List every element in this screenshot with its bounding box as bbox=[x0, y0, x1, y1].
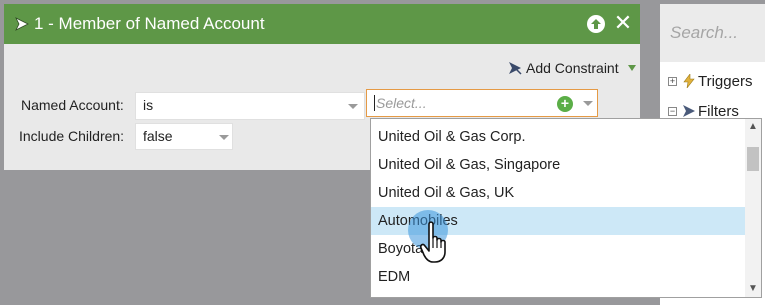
search-area: Search... bbox=[660, 4, 765, 62]
arrow-up-icon bbox=[591, 19, 601, 29]
dialog-title: 1 - Member of Named Account bbox=[34, 14, 265, 33]
add-constraint-label: Add Constraint bbox=[526, 60, 619, 76]
scroll-down-arrow-icon[interactable]: ▼ bbox=[745, 281, 761, 297]
dialog-titlebar: 1 - Member of Named Account ✕ bbox=[4, 4, 640, 44]
tree-item-label: Filters bbox=[698, 102, 739, 120]
named-account-select[interactable]: Select... + bbox=[366, 89, 598, 117]
operator-select[interactable]: is bbox=[135, 92, 365, 120]
account-dropdown-list: United Oil & Gas Corp. United Oil & Gas,… bbox=[370, 118, 762, 298]
move-up-button[interactable] bbox=[587, 15, 605, 33]
chevron-down-icon[interactable] bbox=[627, 65, 636, 71]
close-button[interactable]: ✕ bbox=[613, 12, 633, 34]
add-constraint-button[interactable]: Add Constraint bbox=[507, 60, 636, 76]
search-input[interactable]: Search... bbox=[670, 23, 738, 43]
include-children-label: Include Children: bbox=[19, 128, 125, 144]
expand-icon[interactable]: + bbox=[668, 76, 677, 86]
trigger-icon bbox=[683, 74, 695, 88]
tree-item-label: Triggers bbox=[698, 72, 753, 90]
filter-icon bbox=[683, 105, 695, 117]
dropdown-scrollbar[interactable]: ▲ ▼ bbox=[745, 119, 761, 297]
tree-item-triggers[interactable]: + Triggers bbox=[668, 70, 752, 92]
filter-icon bbox=[15, 17, 29, 31]
operator-value: is bbox=[143, 97, 154, 113]
dropdown-option[interactable]: United Oil & Gas, Singapore bbox=[371, 151, 745, 179]
close-icon: ✕ bbox=[613, 10, 633, 35]
chevron-down-icon[interactable] bbox=[219, 135, 229, 140]
collapse-icon[interactable]: − bbox=[668, 106, 677, 116]
plus-circle-icon[interactable]: + bbox=[557, 96, 573, 112]
named-account-label: Named Account: bbox=[21, 97, 124, 113]
dropdown-option[interactable]: United Oil & Gas, UK bbox=[371, 179, 745, 207]
dropdown-option[interactable]: United Oil & Gas Corp. bbox=[371, 123, 745, 151]
named-account-input[interactable]: Select... bbox=[374, 95, 427, 111]
hand-pointer-icon bbox=[420, 221, 446, 263]
include-children-select[interactable]: false bbox=[135, 123, 233, 150]
chevron-down-icon[interactable] bbox=[348, 104, 358, 109]
filter-icon bbox=[509, 62, 522, 75]
chevron-down-icon[interactable] bbox=[583, 101, 593, 106]
scroll-up-arrow-icon[interactable]: ▲ bbox=[745, 119, 761, 135]
include-children-value: false bbox=[143, 128, 173, 144]
dropdown-option[interactable]: EDM bbox=[371, 263, 745, 291]
scrollbar-thumb[interactable] bbox=[747, 147, 759, 171]
